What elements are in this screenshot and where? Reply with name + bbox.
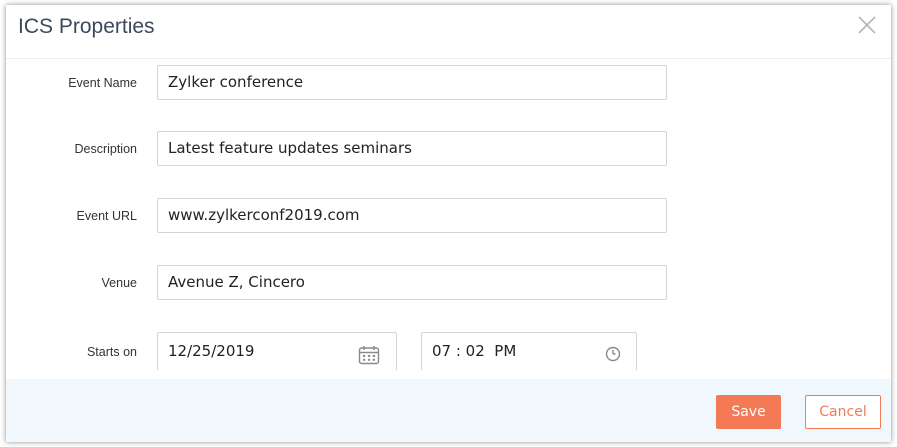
start-time-value: 07 : 02 PM <box>432 342 517 360</box>
close-icon[interactable] <box>855 13 879 37</box>
dialog-title: ICS Properties <box>18 15 155 38</box>
event-name-label: Event Name <box>68 76 137 90</box>
starts-on-label: Starts on <box>86 345 137 359</box>
description-row: Description Latest feature updates semin… <box>6 131 891 169</box>
event-url-field[interactable]: www.zylkerconf2019.com <box>157 198 667 233</box>
event-url-label: Event URL <box>76 209 137 223</box>
starts-on-row: Starts on 12/25/2019 07: 02 PM <box>6 332 891 370</box>
clock-icon[interactable] <box>604 340 622 376</box>
event-name-field[interactable]: Zylker conference <box>157 65 667 100</box>
dialog-body: Event Name Zylker conference Description… <box>6 59 891 379</box>
venue-label: Venue <box>101 276 137 290</box>
dialog-footer: Save Cancel <box>6 379 891 442</box>
ics-properties-dialog: ICS Properties Event Name Zylker confere… <box>6 5 891 442</box>
event-url-row: Event URL www.zylkerconf2019.com <box>6 198 891 236</box>
description-label: Description <box>74 142 137 156</box>
description-field[interactable]: Latest feature updates seminars <box>157 131 667 166</box>
calendar-icon[interactable] <box>358 342 380 378</box>
start-time-field[interactable]: 07 : 02 PM <box>421 332 637 370</box>
venue-field[interactable]: Avenue Z, Cincero <box>157 265 667 300</box>
venue-row: Venue Avenue Z, Cincero <box>6 265 891 303</box>
save-button[interactable]: Save <box>716 395 781 429</box>
dialog-header: ICS Properties <box>6 5 891 59</box>
cancel-button[interactable]: Cancel <box>805 395 881 429</box>
start-date-field[interactable]: 12/25/2019 <box>157 332 397 370</box>
event-name-row: Event Name Zylker conference <box>6 65 891 103</box>
start-date-value: 12/25/2019 <box>168 342 255 360</box>
